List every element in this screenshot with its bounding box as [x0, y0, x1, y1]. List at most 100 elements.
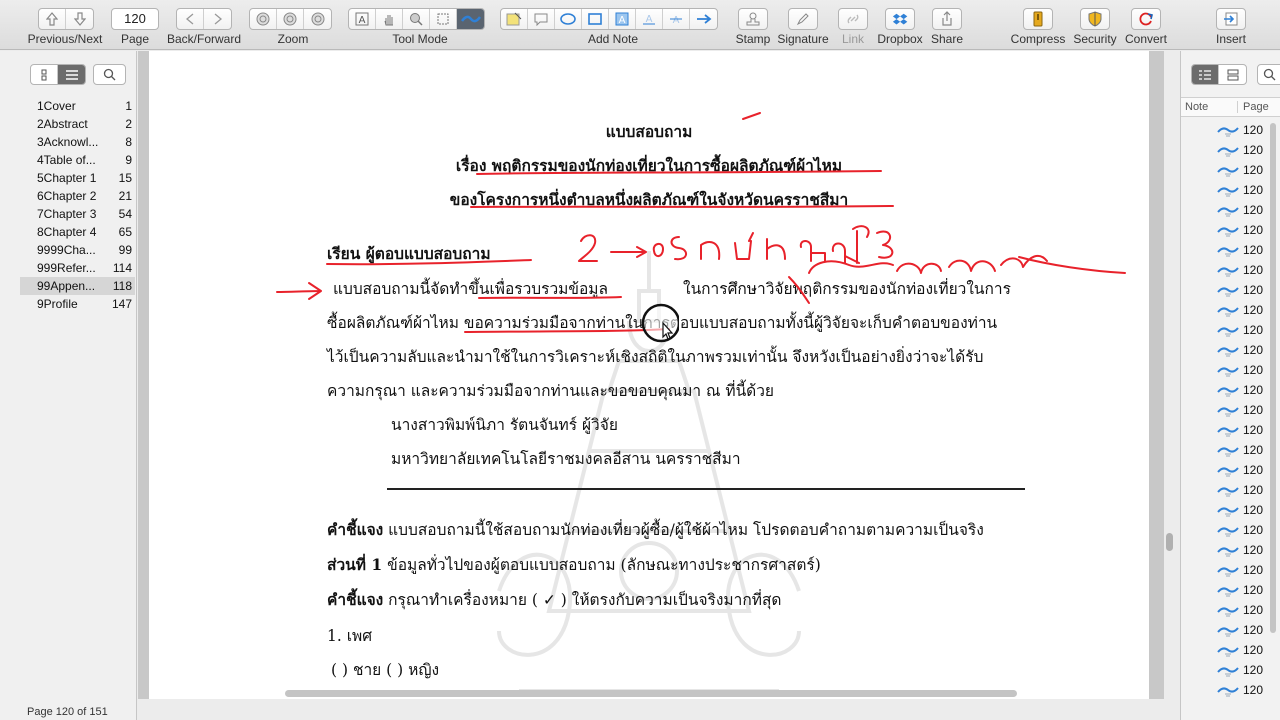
- textbox-tool-button[interactable]: A: [609, 9, 636, 29]
- annotation-item[interactable]: 120: [1181, 501, 1269, 521]
- rectangle-icon: [588, 13, 602, 25]
- text-select-tool-button[interactable]: A: [349, 9, 376, 29]
- back-button[interactable]: [177, 9, 204, 29]
- annotation-item[interactable]: 120: [1181, 241, 1269, 261]
- share-button[interactable]: [932, 8, 962, 30]
- strikethrough-tool-button[interactable]: A: [663, 9, 690, 29]
- outline-item[interactable]: 7Chapter 3 54: [20, 205, 135, 223]
- outline-item[interactable]: 9999Cha... 99: [20, 241, 135, 259]
- outline-item[interactable]: 8Chapter 4 65: [20, 223, 135, 241]
- annotations-scrollbar[interactable]: [1270, 123, 1276, 633]
- link-button[interactable]: [838, 8, 868, 30]
- sidebar-search-button[interactable]: [93, 64, 126, 85]
- outline-item[interactable]: 3Acknowl... 8: [20, 133, 135, 151]
- outline-item[interactable]: 6Chapter 2 21: [20, 187, 135, 205]
- document-viewport[interactable]: แบบสอบถาม เรื่อง พฤติกรรมของนักท่องเที่ย…: [138, 51, 1164, 699]
- annotation-item[interactable]: 120: [1181, 421, 1269, 441]
- annotation-item[interactable]: 120: [1181, 141, 1269, 161]
- annotation-item[interactable]: 120: [1181, 461, 1269, 481]
- highlight-tool-button[interactable]: [457, 9, 484, 29]
- dropbox-button[interactable]: [885, 8, 915, 30]
- annotation-item[interactable]: 120: [1181, 561, 1269, 581]
- annotation-item[interactable]: 120: [1181, 681, 1269, 701]
- annotation-item[interactable]: 120: [1181, 541, 1269, 561]
- hand-tool-button[interactable]: [376, 9, 403, 29]
- rectangle-tool-button[interactable]: [582, 9, 609, 29]
- freehand-ink-annotations[interactable]: [149, 51, 1149, 699]
- select-area-tool-button[interactable]: [430, 9, 457, 29]
- annotation-item[interactable]: 120: [1181, 621, 1269, 641]
- annotation-item[interactable]: 120: [1181, 281, 1269, 301]
- annotation-item[interactable]: 120: [1181, 121, 1269, 141]
- zoom-out-icon: [256, 12, 270, 26]
- security-group[interactable]: Security: [1070, 4, 1120, 48]
- signature-group[interactable]: Signature: [776, 4, 830, 48]
- annotation-item[interactable]: 120: [1181, 361, 1269, 381]
- oval-tool-button[interactable]: [555, 9, 582, 29]
- annotation-item[interactable]: 120: [1181, 581, 1269, 601]
- annotation-item[interactable]: 120: [1181, 601, 1269, 621]
- insert-button[interactable]: [1216, 8, 1246, 30]
- annotation-item[interactable]: 120: [1181, 161, 1269, 181]
- convert-button[interactable]: [1131, 8, 1161, 30]
- page-number-field[interactable]: 120: [111, 8, 159, 30]
- annotation-item[interactable]: 120: [1181, 181, 1269, 201]
- insert-group[interactable]: Insert: [1208, 4, 1254, 48]
- zoom-in-button[interactable]: [304, 9, 331, 29]
- outline-item[interactable]: 99Appen... 118: [20, 277, 135, 295]
- outline-item[interactable]: 9Profile 147: [20, 295, 135, 313]
- outline-item[interactable]: 5Chapter 1 15: [20, 169, 135, 187]
- next-page-button[interactable]: [66, 9, 93, 29]
- note-column-header[interactable]: Note: [1185, 101, 1208, 113]
- outline-item[interactable]: 4Table of... 9: [20, 151, 135, 169]
- arrow-tool-button[interactable]: [690, 9, 717, 29]
- annotation-item[interactable]: 120: [1181, 441, 1269, 461]
- forward-button[interactable]: [204, 9, 231, 29]
- note-tool-button[interactable]: [501, 9, 528, 29]
- page-column-header[interactable]: Page: [1237, 101, 1280, 113]
- annotation-item[interactable]: 120: [1181, 641, 1269, 661]
- annotation-item[interactable]: 120: [1181, 481, 1269, 501]
- annotation-item[interactable]: 120: [1181, 261, 1269, 281]
- annotation-item-page: 120: [1243, 243, 1264, 257]
- annotation-list-tab[interactable]: [1192, 65, 1219, 84]
- zoom-out-button[interactable]: [250, 9, 277, 29]
- outline-item[interactable]: 999Refer... 114: [20, 259, 135, 277]
- outline-item[interactable]: 2Abstract 2: [20, 115, 135, 133]
- annotation-item[interactable]: 120: [1181, 301, 1269, 321]
- annotation-item[interactable]: 120: [1181, 401, 1269, 421]
- signature-button[interactable]: [788, 8, 818, 30]
- horizontal-scrollbar[interactable]: [285, 690, 1017, 697]
- annotation-grid-tab[interactable]: [1219, 65, 1246, 84]
- list-icon: [65, 69, 78, 80]
- previous-page-button[interactable]: [39, 9, 66, 29]
- compress-button[interactable]: [1023, 8, 1053, 30]
- dropbox-group[interactable]: Dropbox: [876, 4, 924, 48]
- annotation-item-page: 120: [1243, 663, 1264, 677]
- compress-group[interactable]: Compress: [1008, 4, 1068, 48]
- convert-group[interactable]: Convert: [1122, 4, 1170, 48]
- stamp-group[interactable]: Stamp: [734, 4, 772, 48]
- magnify-tool-button[interactable]: [403, 9, 430, 29]
- stamp-button[interactable]: [738, 8, 768, 30]
- outline-view-tab[interactable]: [58, 65, 85, 84]
- annotation-item[interactable]: 120: [1181, 381, 1269, 401]
- annotations-search-button[interactable]: [1257, 64, 1280, 85]
- annotation-item[interactable]: 120: [1181, 321, 1269, 341]
- annotation-item[interactable]: 120: [1181, 221, 1269, 241]
- vertical-scrollbar[interactable]: [1166, 533, 1173, 551]
- underline-tool-button[interactable]: A: [636, 9, 663, 29]
- outline-item-page: 21: [118, 189, 132, 203]
- annotation-item[interactable]: 120: [1181, 661, 1269, 681]
- zoom-actual-button[interactable]: [277, 9, 304, 29]
- share-group[interactable]: Share: [928, 4, 966, 48]
- annotation-item[interactable]: 120: [1181, 201, 1269, 221]
- security-button[interactable]: [1080, 8, 1110, 30]
- annotation-item[interactable]: 120: [1181, 341, 1269, 361]
- annotation-item[interactable]: 120: [1181, 521, 1269, 541]
- outline-item[interactable]: 1Cover 1: [20, 97, 135, 115]
- svg-text:A: A: [673, 15, 680, 26]
- thumbnail-view-tab[interactable]: [31, 65, 58, 84]
- link-group[interactable]: Link: [834, 4, 872, 48]
- comment-tool-button[interactable]: [528, 9, 555, 29]
